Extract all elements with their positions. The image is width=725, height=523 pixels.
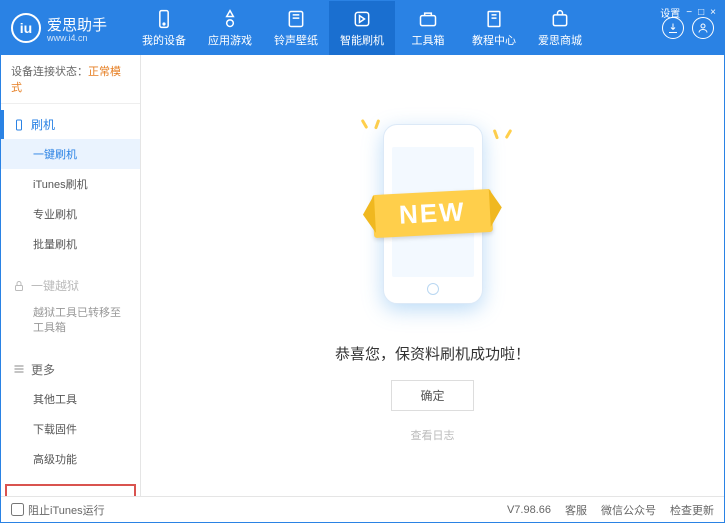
maximize-button[interactable]: □ — [698, 7, 704, 18]
new-banner: NEW — [372, 189, 493, 238]
sidebar-item-batch[interactable]: 批量刷机 — [1, 229, 140, 259]
nav-label: 应用游戏 — [208, 32, 252, 48]
block-itunes-checkbox[interactable]: 阻止iTunes运行 — [11, 502, 105, 518]
phone-illustration: NEW — [353, 109, 513, 319]
user-icon[interactable] — [692, 17, 714, 39]
sidebar-item-oneclick[interactable]: 一键刷机 — [1, 139, 140, 169]
app-window: 设置 − □ × iu 爱思助手 www.i4.cn 我的设备 应用游戏 铃声壁纸 智… — [0, 0, 725, 523]
block-itunes-input[interactable] — [11, 503, 24, 516]
nav-label: 爱思商城 — [538, 32, 582, 48]
nav-label: 教程中心 — [472, 32, 516, 48]
footer: 阻止iTunes运行 V7.98.66 客服 微信公众号 检查更新 — [1, 496, 724, 522]
version-label: V7.98.66 — [507, 504, 551, 516]
footer-right: V7.98.66 客服 微信公众号 检查更新 — [507, 502, 714, 518]
toolbox-icon — [418, 9, 438, 29]
check-update-link[interactable]: 检查更新 — [670, 502, 714, 518]
jailbreak-note: 越狱工具已转移至工具箱 — [1, 300, 140, 343]
brand-url: www.i4.cn — [47, 33, 107, 43]
conn-label: 设备连接状态： — [11, 66, 88, 78]
main-content: NEW 恭喜您，保资料刷机成功啦！ 确定 查看日志 — [141, 55, 724, 496]
wechat-link[interactable]: 微信公众号 — [601, 502, 656, 518]
block-itunes-label: 阻止iTunes运行 — [28, 502, 105, 518]
nav-label: 工具箱 — [412, 32, 445, 48]
flash-icon — [352, 9, 372, 29]
sidebar-head-flash[interactable]: 刷机 — [1, 110, 140, 139]
download-icon[interactable] — [662, 17, 684, 39]
logo-icon: iu — [11, 13, 41, 43]
sidebar-item-download[interactable]: 下载固件 — [1, 414, 140, 444]
titlebar: 设置 − □ × iu 爱思助手 www.i4.cn 我的设备 应用游戏 铃声壁纸 智… — [1, 1, 724, 55]
connection-status: 设备连接状态：正常模式 — [1, 55, 140, 104]
checkbox-group: 自动激活 跳过向导 — [5, 484, 136, 496]
nav-label: 我的设备 — [142, 32, 186, 48]
sidebar-jailbreak-section: 一键越狱 越狱工具已转移至工具箱 — [1, 265, 140, 349]
nav-item-book[interactable]: 教程中心 — [461, 1, 527, 55]
lock-icon — [13, 280, 25, 292]
sidebar-head-jailbreak-label: 一键越狱 — [31, 277, 79, 294]
music-icon — [286, 9, 306, 29]
body: 设备连接状态：正常模式 刷机 一键刷机 iTunes刷机 专业刷机 批量刷机 一… — [1, 55, 724, 496]
sidebar-flash-section: 刷机 一键刷机 iTunes刷机 专业刷机 批量刷机 — [1, 104, 140, 265]
phone-icon — [13, 119, 25, 131]
nav-label: 智能刷机 — [340, 32, 384, 48]
close-button[interactable]: × — [710, 7, 716, 18]
sidebar-item-other[interactable]: 其他工具 — [1, 384, 140, 414]
phone-icon — [154, 9, 174, 29]
view-log-link[interactable]: 查看日志 — [411, 427, 455, 443]
confirm-button[interactable]: 确定 — [391, 380, 473, 411]
sidebar-item-itunes[interactable]: iTunes刷机 — [1, 169, 140, 199]
sidebar-head-jailbreak[interactable]: 一键越狱 — [1, 271, 140, 300]
sidebar-head-flash-label: 刷机 — [31, 116, 55, 133]
sidebar-item-advanced[interactable]: 高级功能 — [1, 444, 140, 474]
nav-item-phone[interactable]: 我的设备 — [131, 1, 197, 55]
success-message: 恭喜您，保资料刷机成功啦！ — [335, 343, 530, 364]
sidebar-head-more[interactable]: 更多 — [1, 355, 140, 384]
menu-icon — [13, 363, 25, 375]
nav-item-music[interactable]: 铃声壁纸 — [263, 1, 329, 55]
nav: 我的设备 应用游戏 铃声壁纸 智能刷机 工具箱 教程中心 爱思商城 — [131, 1, 662, 55]
apps-icon — [220, 9, 240, 29]
nav-item-flash[interactable]: 智能刷机 — [329, 1, 395, 55]
user-icons — [662, 17, 714, 39]
service-link[interactable]: 客服 — [565, 502, 587, 518]
cart-icon — [550, 9, 570, 29]
window-controls: 设置 − □ × — [660, 5, 716, 20]
nav-item-toolbox[interactable]: 工具箱 — [395, 1, 461, 55]
brand-name: 爱思助手 — [47, 14, 107, 35]
minimize-button[interactable]: − — [686, 7, 692, 18]
sidebar-head-more-label: 更多 — [31, 361, 55, 378]
sidebar-item-pro[interactable]: 专业刷机 — [1, 199, 140, 229]
settings-label[interactable]: 设置 — [660, 5, 680, 20]
logo: iu 爱思助手 www.i4.cn — [11, 13, 131, 43]
nav-item-cart[interactable]: 爱思商城 — [527, 1, 593, 55]
sidebar-more-section: 更多 其他工具 下载固件 高级功能 — [1, 349, 140, 480]
book-icon — [484, 9, 504, 29]
nav-item-apps[interactable]: 应用游戏 — [197, 1, 263, 55]
nav-label: 铃声壁纸 — [274, 32, 318, 48]
sidebar: 设备连接状态：正常模式 刷机 一键刷机 iTunes刷机 专业刷机 批量刷机 一… — [1, 55, 141, 496]
